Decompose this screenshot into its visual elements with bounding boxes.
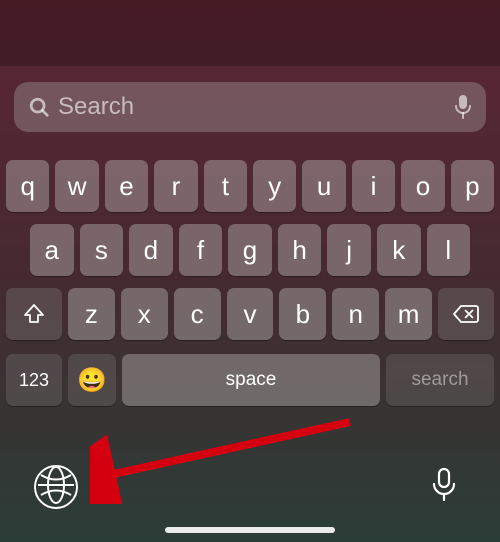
key-m[interactable]: m	[385, 288, 432, 340]
search-placeholder: Search	[58, 93, 454, 121]
key-row-3: z x c v b n m	[6, 288, 494, 340]
key-x[interactable]: x	[121, 288, 168, 340]
key-v[interactable]: v	[227, 288, 274, 340]
key-e[interactable]: e	[105, 160, 148, 212]
search-icon	[28, 96, 50, 118]
numeric-key[interactable]: 123	[6, 354, 62, 406]
key-a[interactable]: a	[30, 224, 74, 276]
key-row-1: q w e r t y u i o p	[6, 160, 494, 212]
search-input[interactable]: Search	[14, 82, 486, 132]
key-c[interactable]: c	[174, 288, 221, 340]
search-key[interactable]: search	[386, 354, 494, 406]
backspace-key[interactable]	[438, 288, 494, 340]
key-row-2: a s d f g h j k l	[6, 224, 494, 276]
key-n[interactable]: n	[332, 288, 379, 340]
key-o[interactable]: o	[401, 160, 444, 212]
key-r[interactable]: r	[154, 160, 197, 212]
key-row-4: 123 😀 space search	[6, 354, 494, 406]
key-s[interactable]: s	[80, 224, 124, 276]
key-u[interactable]: u	[302, 160, 345, 212]
key-w[interactable]: w	[55, 160, 98, 212]
key-z[interactable]: z	[68, 288, 115, 340]
emoji-key[interactable]: 😀	[68, 354, 116, 406]
key-g[interactable]: g	[228, 224, 272, 276]
search-container: Search	[0, 66, 500, 142]
keyboard: q w e r t y u i o p a s d f g h j k l z …	[0, 142, 500, 406]
key-h[interactable]: h	[278, 224, 322, 276]
mic-icon	[431, 467, 457, 508]
dictation-key[interactable]	[422, 465, 466, 509]
key-b[interactable]: b	[279, 288, 326, 340]
key-y[interactable]: y	[253, 160, 296, 212]
key-k[interactable]: k	[377, 224, 421, 276]
key-t[interactable]: t	[204, 160, 247, 212]
emoji-icon: 😀	[77, 366, 107, 395]
shift-key[interactable]	[6, 288, 62, 340]
key-j[interactable]: j	[327, 224, 371, 276]
status-area	[0, 0, 500, 66]
home-indicator[interactable]	[165, 527, 335, 533]
mic-icon[interactable]	[454, 94, 472, 120]
globe-key[interactable]	[34, 465, 78, 509]
key-p[interactable]: p	[451, 160, 494, 212]
key-q[interactable]: q	[6, 160, 49, 212]
key-d[interactable]: d	[129, 224, 173, 276]
key-i[interactable]: i	[352, 160, 395, 212]
space-key[interactable]: space	[122, 354, 380, 406]
key-l[interactable]: l	[427, 224, 471, 276]
globe-icon	[37, 466, 75, 509]
key-f[interactable]: f	[179, 224, 223, 276]
